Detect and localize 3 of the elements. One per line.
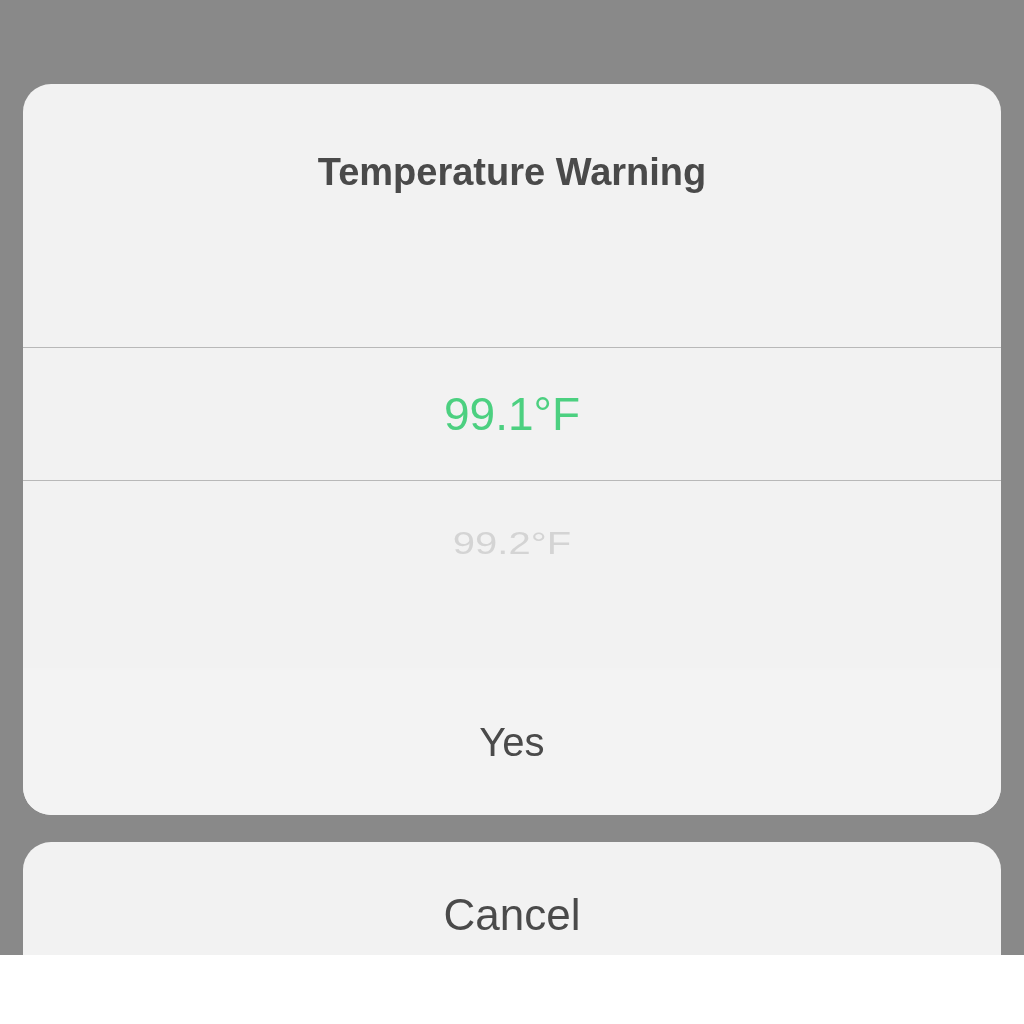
alert-title: Temperature Warning (317, 150, 707, 195)
cancel-button[interactable]: Cancel (23, 842, 1001, 955)
picker-option[interactable]: 99.1°F (444, 386, 580, 442)
